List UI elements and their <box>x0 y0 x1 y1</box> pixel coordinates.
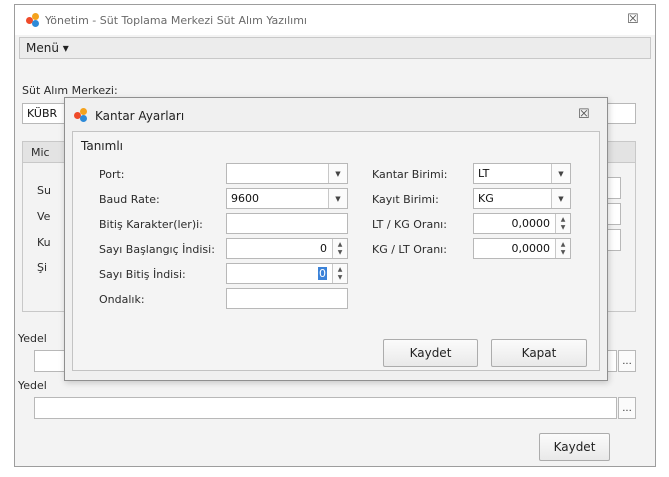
baud-rate-label: Baud Rate: <box>99 193 160 206</box>
dialog-title: Kantar Ayarları <box>95 109 185 123</box>
spin-up-icon[interactable]: ▲ <box>561 241 566 249</box>
kg-lt-orani-value: 0,0000 <box>511 242 551 255</box>
dialog-close-button[interactable]: Kapat <box>491 339 587 367</box>
chevron-down-icon[interactable]: ▼ <box>551 189 570 208</box>
kayit-birimi-value: KG <box>478 192 494 205</box>
spin-down-icon[interactable]: ▼ <box>561 224 566 232</box>
baud-rate-combo[interactable]: 9600 ▼ <box>226 188 348 209</box>
tanimli-panel: Tanımlı Port: ▼ Baud Rate: 9600 ▼ Bitiş … <box>72 131 600 371</box>
group-header-label: Mic <box>31 146 50 159</box>
spin-up-icon[interactable]: ▲ <box>338 241 343 249</box>
hidden-label-1: Su <box>37 184 51 197</box>
spinner-buttons[interactable]: ▲ ▼ <box>332 239 347 258</box>
hidden-field-3[interactable] <box>607 229 621 251</box>
kayit-birimi-combo[interactable]: KG ▼ <box>473 188 571 209</box>
menu-button[interactable]: Menü ▾ <box>26 41 69 55</box>
chevron-down-icon[interactable]: ▼ <box>328 189 347 208</box>
main-titlebar: Yönetim - Süt Toplama Merkezi Süt Alım Y… <box>15 5 655 35</box>
ondalik-field[interactable] <box>226 288 348 309</box>
port-label: Port: <box>99 168 125 181</box>
spinner-buttons[interactable]: ▲ ▼ <box>332 264 347 283</box>
spinner-buttons[interactable]: ▲ ▼ <box>555 214 570 233</box>
sayi-bitis-value: 0 <box>318 267 327 280</box>
dialog-close-icon[interactable]: ☒ <box>578 108 590 122</box>
spin-up-icon[interactable]: ▲ <box>338 266 343 274</box>
kayit-birimi-label: Kayıt Birimi: <box>372 193 439 206</box>
spin-down-icon[interactable]: ▼ <box>561 249 566 257</box>
yedek-1-browse-button[interactable]: ... <box>618 350 636 372</box>
menu-bar: Menü ▾ <box>19 37 651 59</box>
kantar-birimi-combo[interactable]: LT ▼ <box>473 163 571 184</box>
main-save-button[interactable]: Kaydet <box>539 433 610 461</box>
sut-alim-merkezi-label: Süt Alım Merkezi: <box>22 84 118 97</box>
window-title: Yönetim - Süt Toplama Merkezi Süt Alım Y… <box>45 14 307 27</box>
tanimli-panel-title: Tanımlı <box>81 139 123 153</box>
chevron-down-icon[interactable]: ▼ <box>551 164 570 183</box>
kg-lt-orani-label: KG / LT Oranı: <box>372 243 447 256</box>
dialog-logo-icon <box>74 108 88 122</box>
close-icon[interactable]: ☒ <box>627 13 639 27</box>
ondalik-label: Ondalık: <box>99 293 145 306</box>
lt-kg-orani-label: LT / KG Oranı: <box>372 218 447 231</box>
hidden-label-4: Şi <box>37 261 48 274</box>
lt-kg-orani-spinner[interactable]: 0,0000 ▲ ▼ <box>473 213 571 234</box>
dialog-save-button[interactable]: Kaydet <box>383 339 478 367</box>
hidden-field-1[interactable] <box>607 177 621 199</box>
yedek-2-browse-button[interactable]: ... <box>618 397 636 419</box>
chevron-down-icon[interactable]: ▼ <box>328 164 347 183</box>
kantar-birimi-value: LT <box>478 167 490 180</box>
baud-rate-value: 9600 <box>231 192 259 205</box>
bitis-karakter-field[interactable] <box>226 213 348 234</box>
spinner-buttons[interactable]: ▲ ▼ <box>555 239 570 258</box>
bitis-karakter-label: Bitiş Karakter(ler)i: <box>99 218 203 231</box>
hidden-label-2: Ve <box>37 210 51 223</box>
port-combo[interactable]: ▼ <box>226 163 348 184</box>
hidden-field-2[interactable] <box>607 203 621 225</box>
yedek-1-label: Yedel <box>18 332 47 345</box>
sayi-bitis-label: Sayı Bitiş İndisi: <box>99 268 186 281</box>
kantar-birimi-label: Kantar Birimi: <box>372 168 448 181</box>
sayi-baslangic-label: Sayı Başlangıç İndisi: <box>99 243 215 256</box>
yedek-2-path-field[interactable] <box>34 397 617 419</box>
kg-lt-orani-spinner[interactable]: 0,0000 ▲ ▼ <box>473 238 571 259</box>
kantar-ayarlari-dialog: Kantar Ayarları ☒ Tanımlı Port: ▼ Baud R… <box>64 97 608 381</box>
hidden-label-3: Ku <box>37 236 51 249</box>
sayi-baslangic-value: 0 <box>320 242 327 255</box>
sayi-bitis-spinner[interactable]: 0 ▲ ▼ <box>226 263 348 284</box>
sayi-baslangic-spinner[interactable]: 0 ▲ ▼ <box>226 238 348 259</box>
spin-down-icon[interactable]: ▼ <box>338 274 343 282</box>
lt-kg-orani-value: 0,0000 <box>511 217 551 230</box>
spin-up-icon[interactable]: ▲ <box>561 216 566 224</box>
yedek-2-label: Yedel <box>18 379 47 392</box>
app-logo-icon <box>26 13 40 27</box>
spin-down-icon[interactable]: ▼ <box>338 249 343 257</box>
